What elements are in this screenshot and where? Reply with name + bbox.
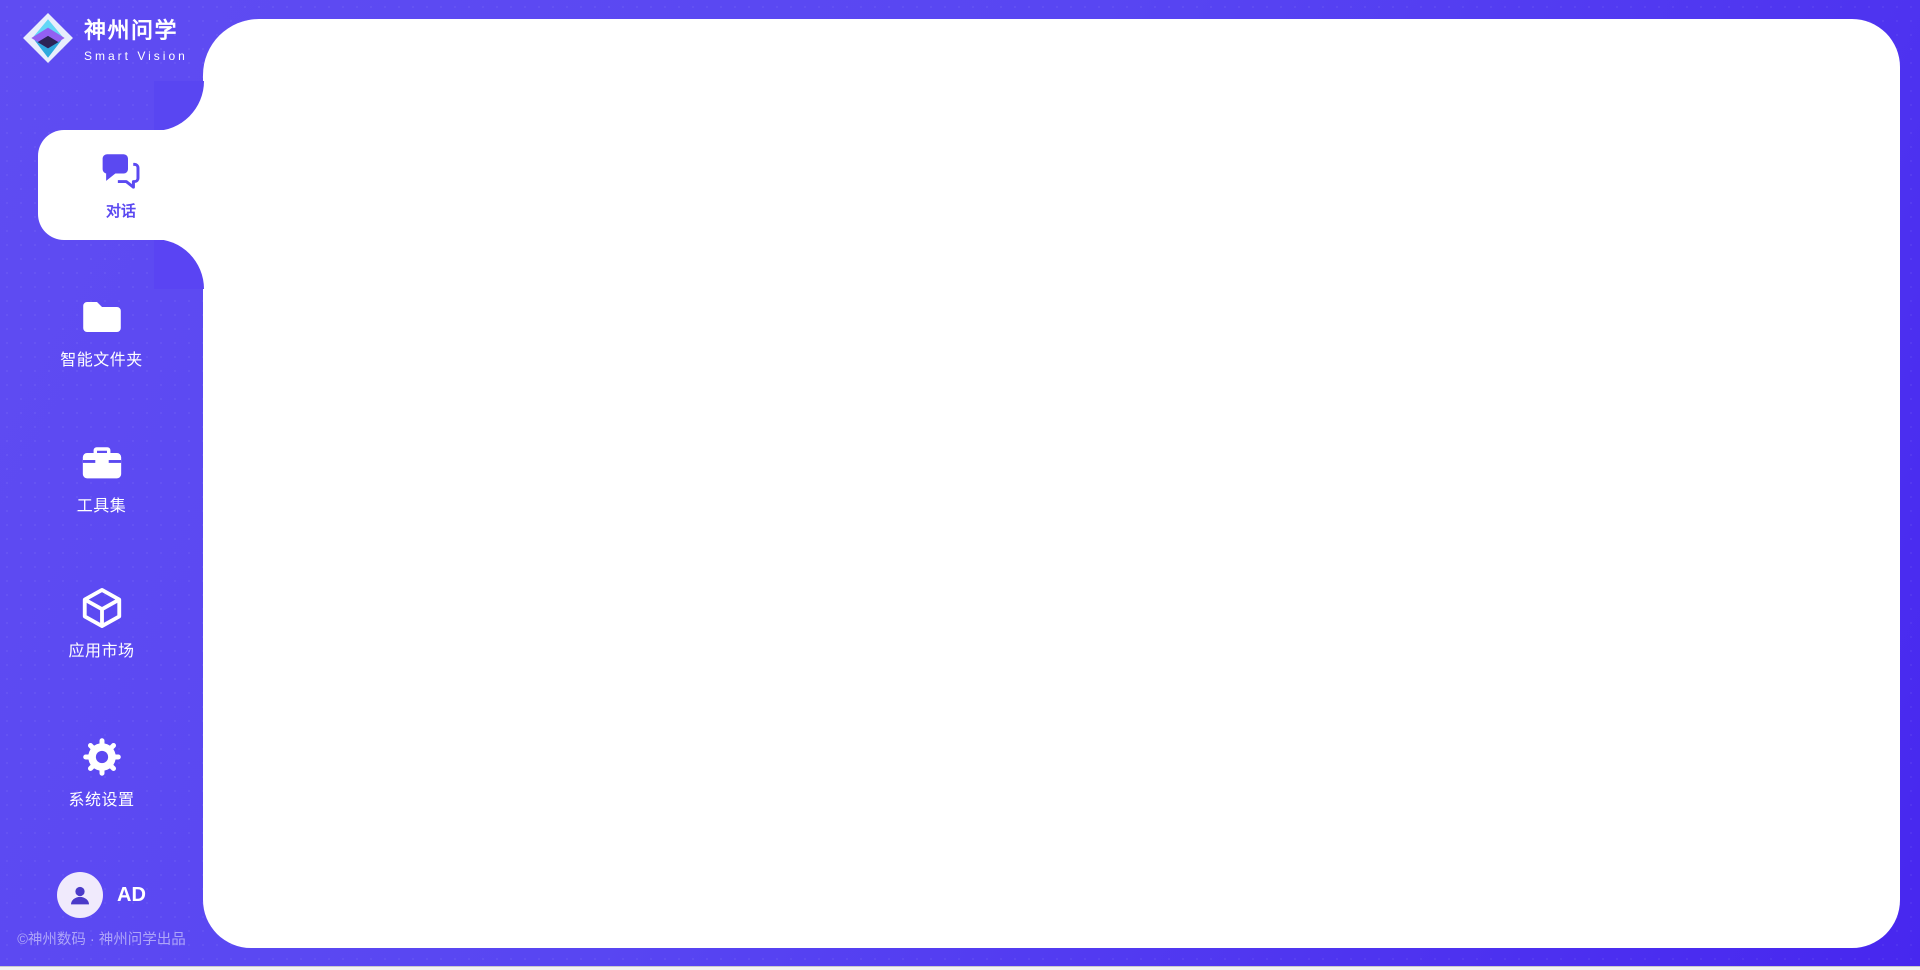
tab-fillet-top	[154, 81, 204, 131]
sidebar-item-settings[interactable]: 系统设置	[0, 734, 203, 810]
sidebar-item-tools[interactable]: 工具集	[0, 440, 203, 516]
main-panel	[203, 19, 1900, 948]
sidebar-item-label: 应用市场	[68, 637, 134, 661]
user-profile[interactable]: AD	[0, 872, 203, 918]
brand-logo: 神州问学 Smart Vision	[22, 12, 188, 64]
avatar	[57, 872, 103, 918]
briefcase-icon	[79, 440, 125, 486]
sidebar-item-apps[interactable]: 应用市场	[0, 585, 203, 661]
person-icon	[65, 880, 95, 910]
sidebar-item-label: 对话	[106, 200, 136, 221]
brand-subtitle: Smart Vision	[84, 49, 188, 63]
sidebar-item-label: 智能文件夹	[60, 346, 143, 370]
folder-icon	[79, 294, 125, 340]
brand-diamond-icon	[22, 12, 74, 64]
copyright-text: ©神州数码 · 神州问学出品	[0, 928, 203, 949]
sidebar-item-label: 工具集	[77, 492, 127, 516]
brand-name: 神州问学	[84, 13, 188, 45]
sidebar-item-folders[interactable]: 智能文件夹	[0, 294, 203, 370]
gear-icon	[79, 734, 125, 780]
tab-fillet-bottom	[154, 239, 204, 289]
cube-icon	[79, 585, 125, 631]
user-name: AD	[117, 884, 146, 907]
window-bottom-edge	[0, 966, 1920, 970]
sidebar-item-chat[interactable]: 对话	[38, 130, 204, 240]
sidebar-item-label: 系统设置	[68, 786, 134, 810]
chat-icon	[100, 149, 142, 191]
